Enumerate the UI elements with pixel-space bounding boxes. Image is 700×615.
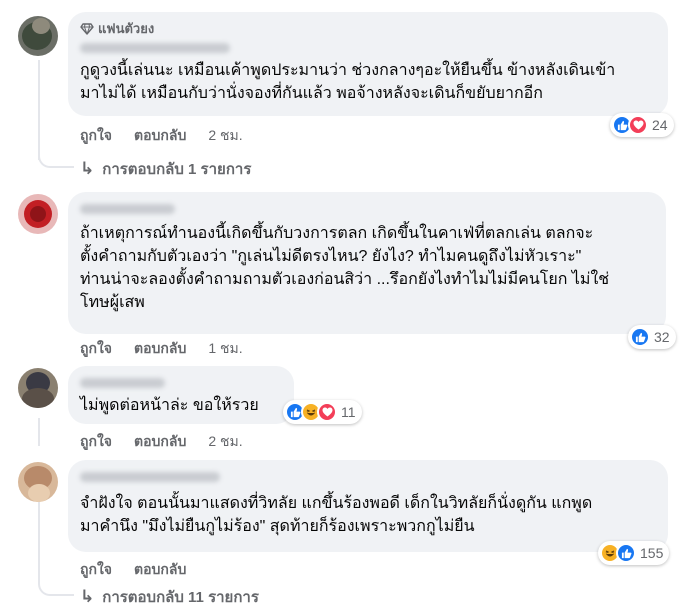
comment-actions: ถูกใจ ตอบกลับ 1 ชม. — [80, 340, 265, 358]
author-name[interactable] — [80, 468, 656, 486]
like-button[interactable]: ถูกใจ — [80, 338, 112, 360]
comment-bubble: ถ้าเหตุการณ์ทำนองนี้เกิดขึ้นกับวงการตลก … — [68, 192, 666, 334]
like-reaction-icon — [616, 543, 636, 563]
avatar[interactable] — [18, 368, 58, 408]
badge-label: แฟนตัวยง — [98, 21, 155, 36]
reaction-summary[interactable]: 32 — [628, 325, 676, 349]
diamond-icon — [80, 22, 94, 35]
like-reaction-icon — [630, 327, 650, 347]
replies-label: การตอบกลับ 11 รายการ — [102, 589, 259, 606]
author-name[interactable] — [80, 374, 282, 392]
reaction-count: 11 — [341, 404, 356, 420]
timestamp[interactable]: 2 ชม. — [208, 431, 242, 453]
comment-text: กูดูวงนี้เล่นนะ เหมือนเค้าพูดประมานว่า ช… — [80, 62, 616, 102]
comment-actions: ถูกใจ ตอบกลับ 2 ชม. — [80, 127, 265, 145]
comment-text: จำฝังใจ ตอนนั้นมาแสดงที่วิทลัย แกขึ้นร้อ… — [80, 495, 593, 535]
thread-connector — [38, 120, 74, 168]
view-replies-button[interactable]: ↳ การตอบกลับ 11 รายการ — [80, 585, 259, 609]
avatar[interactable] — [18, 462, 58, 502]
comment-text: ไม่พูดต่อหน้าล่ะ ขอให้รวย — [80, 397, 259, 414]
reaction-summary[interactable]: 24 — [610, 113, 674, 137]
reply-button[interactable]: ตอบกลับ — [134, 431, 186, 453]
reaction-summary[interactable]: 155 — [598, 541, 670, 565]
reaction-count: 32 — [654, 329, 670, 345]
avatar[interactable] — [18, 16, 58, 56]
view-replies-button[interactable]: ↳ การตอบกลับ 1 รายการ — [80, 157, 251, 181]
reply-button[interactable]: ตอบกลับ — [134, 338, 186, 360]
top-fan-badge: แฟนตัวยง — [80, 20, 656, 37]
love-reaction-icon — [317, 402, 337, 422]
comment-bubble: ไม่พูดต่อหน้าล่ะ ขอให้รวย — [68, 366, 294, 424]
like-button[interactable]: ถูกใจ — [80, 559, 112, 581]
replies-label: การตอบกลับ 1 รายการ — [102, 161, 252, 178]
author-name[interactable] — [80, 200, 654, 218]
comment-actions: ถูกใจ ตอบกลับ 2 ชม. — [80, 433, 265, 451]
reply-button[interactable]: ตอบกลับ — [134, 559, 186, 581]
avatar[interactable] — [18, 194, 58, 234]
author-name[interactable] — [80, 39, 656, 57]
reply-arrow-icon: ↳ — [80, 587, 95, 606]
like-button[interactable]: ถูกใจ — [80, 431, 112, 453]
thread-line — [38, 418, 40, 446]
reaction-count: 155 — [640, 545, 664, 561]
reply-button[interactable]: ตอบกลับ — [134, 125, 186, 147]
thread-connector — [38, 556, 74, 596]
comment-bubble: จำฝังใจ ตอนนั้นมาแสดงที่วิทลัย แกขึ้นร้อ… — [68, 460, 668, 552]
comment-actions: ถูกใจ ตอบกลับ — [80, 561, 208, 579]
reaction-count: 24 — [652, 117, 668, 133]
comment-bubble: แฟนตัวยง กูดูวงนี้เล่นนะ เหมือนเค้าพูดปร… — [68, 12, 668, 116]
like-button[interactable]: ถูกใจ — [80, 125, 112, 147]
timestamp[interactable]: 1 ชม. — [208, 338, 242, 360]
timestamp[interactable]: 2 ชม. — [208, 125, 242, 147]
reaction-summary[interactable]: 11 — [283, 400, 362, 424]
comment-text: ถ้าเหตุการณ์ทำนองนี้เกิดขึ้นกับวงการตลก … — [80, 225, 610, 311]
reply-arrow-icon: ↳ — [80, 159, 95, 178]
love-reaction-icon — [628, 115, 648, 135]
